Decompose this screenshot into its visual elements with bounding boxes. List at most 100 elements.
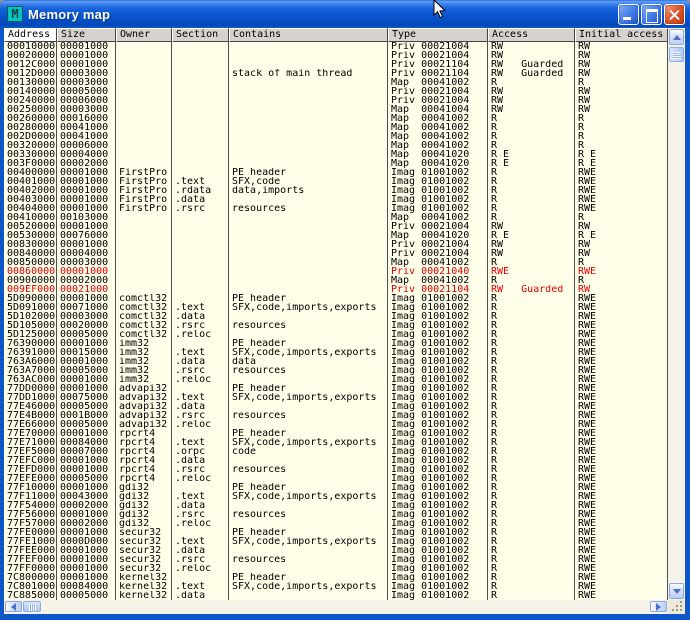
- scroll-down-button[interactable]: [669, 583, 684, 599]
- table-row[interactable]: 0001000000001000Priv 00021004RWRW: [4, 42, 668, 51]
- table-row[interactable]: 0013000000003000Map 00041002RR: [4, 78, 668, 87]
- column-header-type[interactable]: Type: [388, 28, 488, 42]
- scroll-right-button[interactable]: [650, 601, 667, 612]
- cell-contains: SFX,code,imports,exports: [229, 492, 388, 501]
- chevron-left-icon: [11, 603, 16, 611]
- cell-contains: PE header: [229, 528, 388, 537]
- column-header-access[interactable]: Access: [488, 28, 575, 42]
- table-row[interactable]: 009EF00000021000Priv 00021104RW GuardedR…: [4, 285, 668, 294]
- table-row[interactable]: 0083000000001000Priv 00021004RWRW: [4, 240, 668, 249]
- table-row[interactable]: 77EFC00000001000rpcrt4.dataImag 01001002…: [4, 456, 668, 465]
- table-row[interactable]: 0086000000001000Priv 00021040RWERWE: [4, 267, 668, 276]
- minimize-button[interactable]: [618, 4, 639, 25]
- table-row[interactable]: 0002000000001000Priv 00021004RWRW: [4, 51, 668, 60]
- column-header-section[interactable]: Section: [172, 28, 229, 42]
- table-row[interactable]: 0040200000001000FirstPro.rdatadata,impor…: [4, 186, 668, 195]
- table-row[interactable]: 7C80100000084000kernel32.textSFX,code,im…: [4, 582, 668, 591]
- table-row[interactable]: 77FE10000000D000secur32.textSFX,code,imp…: [4, 537, 668, 546]
- table-row[interactable]: 77F5700000002000gdi32.relocImag 01001002…: [4, 519, 668, 528]
- table-row[interactable]: 77E7100000084000rpcrt4.textSFX,code,impo…: [4, 438, 668, 447]
- horizontal-scrollbar[interactable]: [4, 600, 668, 614]
- title-bar[interactable]: M Memory map: [0, 0, 690, 28]
- table-row[interactable]: 77E4600000005000advapi32.dataImag 010010…: [4, 402, 668, 411]
- table-row[interactable]: 0040100000001000FirstPro.textSFX,codeIma…: [4, 177, 668, 186]
- table-row[interactable]: 0085000000003000Map 00041002RR: [4, 258, 668, 267]
- table-row[interactable]: 5D12500000005000comctl32.relocImag 01001…: [4, 330, 668, 339]
- cell-owner: FirstPro: [116, 204, 172, 213]
- cell-address: 00280000: [4, 123, 57, 132]
- table-row[interactable]: 77EF500000007000rpcrt4.orpccodeImag 0100…: [4, 447, 668, 456]
- table-row[interactable]: 002D000000041000Map 00041002RR: [4, 132, 668, 141]
- table-row[interactable]: 77F1100000043000gdi32.textSFX,code,impor…: [4, 492, 668, 501]
- table-row[interactable]: 003F000000002000Map 00041020R ER E: [4, 159, 668, 168]
- table-row[interactable]: 7C80000000001000kernel32PE headerImag 01…: [4, 573, 668, 582]
- cell-section: [172, 159, 229, 168]
- table-row[interactable]: 77FEF00000001000secur32.rsrcresourcesIma…: [4, 555, 668, 564]
- column-header-owner[interactable]: Owner: [116, 28, 172, 42]
- table-row[interactable]: 0028000000041000Map 00041002RR: [4, 123, 668, 132]
- table-row[interactable]: 0052000000001000Priv 00021004RWRW: [4, 222, 668, 231]
- table-row[interactable]: 5D10500000020000comctl32.rsrcresourcesIm…: [4, 321, 668, 330]
- cell-address: 7C885000: [4, 591, 57, 600]
- scroll-left-button[interactable]: [5, 601, 22, 612]
- table-row[interactable]: 77F5600000001000gdi32.rsrcresourcesImag …: [4, 510, 668, 519]
- cell-address: 77F10000: [4, 483, 57, 492]
- cell-owner: secur32: [116, 528, 172, 537]
- table-row[interactable]: 5D10200000003000comctl32.dataImag 010010…: [4, 312, 668, 321]
- table-row[interactable]: 0032000000006000Map 00041002RR: [4, 141, 668, 150]
- close-button[interactable]: [664, 4, 685, 25]
- table-row[interactable]: 77F5400000002000gdi32.dataImag 01001002R…: [4, 501, 668, 510]
- cell-owner: [116, 213, 172, 222]
- table-row[interactable]: 763A600000001000imm32.datadataImag 01001…: [4, 357, 668, 366]
- column-header-size[interactable]: Size: [57, 28, 116, 42]
- table-row[interactable]: 77F1000000001000gdi32PE headerImag 01001…: [4, 483, 668, 492]
- table-row[interactable]: 763AC00000001000imm32.relocImag 01001002…: [4, 375, 668, 384]
- table-row[interactable]: 0033000000004000Map 00041020R ER E: [4, 150, 668, 159]
- table-row[interactable]: 0025000000003000Map 00041004RWRW: [4, 105, 668, 114]
- table-row[interactable]: 0012D00000003000stack of main threadPriv…: [4, 69, 668, 78]
- table-row[interactable]: 0053000000076000Map 00041020R ER E: [4, 231, 668, 240]
- scroll-up-button[interactable]: [669, 29, 684, 45]
- table-row[interactable]: 7639100000015000imm32.textSFX,code,impor…: [4, 348, 668, 357]
- cell-address: 77E71000: [4, 438, 57, 447]
- column-header-address[interactable]: Address: [4, 28, 57, 42]
- table-row[interactable]: 77FF000000001000secur32.relocImag 010010…: [4, 564, 668, 573]
- table-row[interactable]: 77EFD00000001000rpcrt4.rsrcresourcesImag…: [4, 465, 668, 474]
- cell-contains: resources: [229, 366, 388, 375]
- table-row[interactable]: 0040000000001000FirstProPE headerImag 01…: [4, 168, 668, 177]
- table-row[interactable]: 763A700000005000imm32.rsrcresourcesImag …: [4, 366, 668, 375]
- cell-section: .data: [172, 456, 229, 465]
- cell-size: 00001000: [57, 375, 116, 384]
- table-row[interactable]: 0040300000001000FirstPro.dataImag 010010…: [4, 195, 668, 204]
- table-row[interactable]: 0084000000004000Priv 00021004RWRW: [4, 249, 668, 258]
- column-header-initial-access[interactable]: Initial access: [575, 28, 668, 42]
- column-header-contains[interactable]: Contains: [229, 28, 388, 42]
- cell-section: [172, 123, 229, 132]
- table-row[interactable]: 7C88500000005000kernel32.dataImag 010010…: [4, 591, 668, 600]
- table-row[interactable]: 5D09000000001000comctl32PE headerImag 01…: [4, 294, 668, 303]
- table-row[interactable]: 77E6600000005000advapi32.relocImag 01001…: [4, 420, 668, 429]
- vertical-scroll-thumb[interactable]: [669, 47, 684, 62]
- horizontal-scroll-thumb[interactable]: [23, 601, 41, 612]
- table-row[interactable]: 0041000000103000Map 00041002RR: [4, 213, 668, 222]
- table-row[interactable]: 77DD100000075000advapi32.textSFX,code,im…: [4, 393, 668, 402]
- cell-size: 00003000: [57, 258, 116, 267]
- table-row[interactable]: 5D09100000071000comctl32.textSFX,code,im…: [4, 303, 668, 312]
- table-row[interactable]: 0012C00000001000Priv 00021104RW GuardedR…: [4, 60, 668, 69]
- table-row[interactable]: 0040400000001000FirstPro.rsrcresourcesIm…: [4, 204, 668, 213]
- resize-grip[interactable]: [668, 600, 685, 614]
- table-row[interactable]: 77DD000000001000advapi32PE headerImag 01…: [4, 384, 668, 393]
- maximize-button[interactable]: [641, 4, 662, 25]
- table-row[interactable]: 0090000000002000Map 00041002RR: [4, 276, 668, 285]
- table-row[interactable]: 77FEE00000001000secur32.dataImag 0100100…: [4, 546, 668, 555]
- table-row[interactable]: 0014000000005000Priv 00021004RWRW: [4, 87, 668, 96]
- vertical-scrollbar[interactable]: [668, 28, 685, 600]
- cell-owner: [116, 69, 172, 78]
- table-row[interactable]: 0024000000006000Priv 00021004RWRW: [4, 96, 668, 105]
- table-row[interactable]: 77E7000000001000rpcrt4PE headerImag 0100…: [4, 429, 668, 438]
- table-row[interactable]: 77FE000000001000secur32PE headerImag 010…: [4, 528, 668, 537]
- table-row[interactable]: 0026000000016000Map 00041002RR: [4, 114, 668, 123]
- table-row[interactable]: 7639000000001000imm32PE headerImag 01001…: [4, 339, 668, 348]
- table-row[interactable]: 77E4B0000001B000advapi32.rsrcresourcesIm…: [4, 411, 668, 420]
- table-row[interactable]: 77EFE00000005000rpcrt4.relocImag 0100100…: [4, 474, 668, 483]
